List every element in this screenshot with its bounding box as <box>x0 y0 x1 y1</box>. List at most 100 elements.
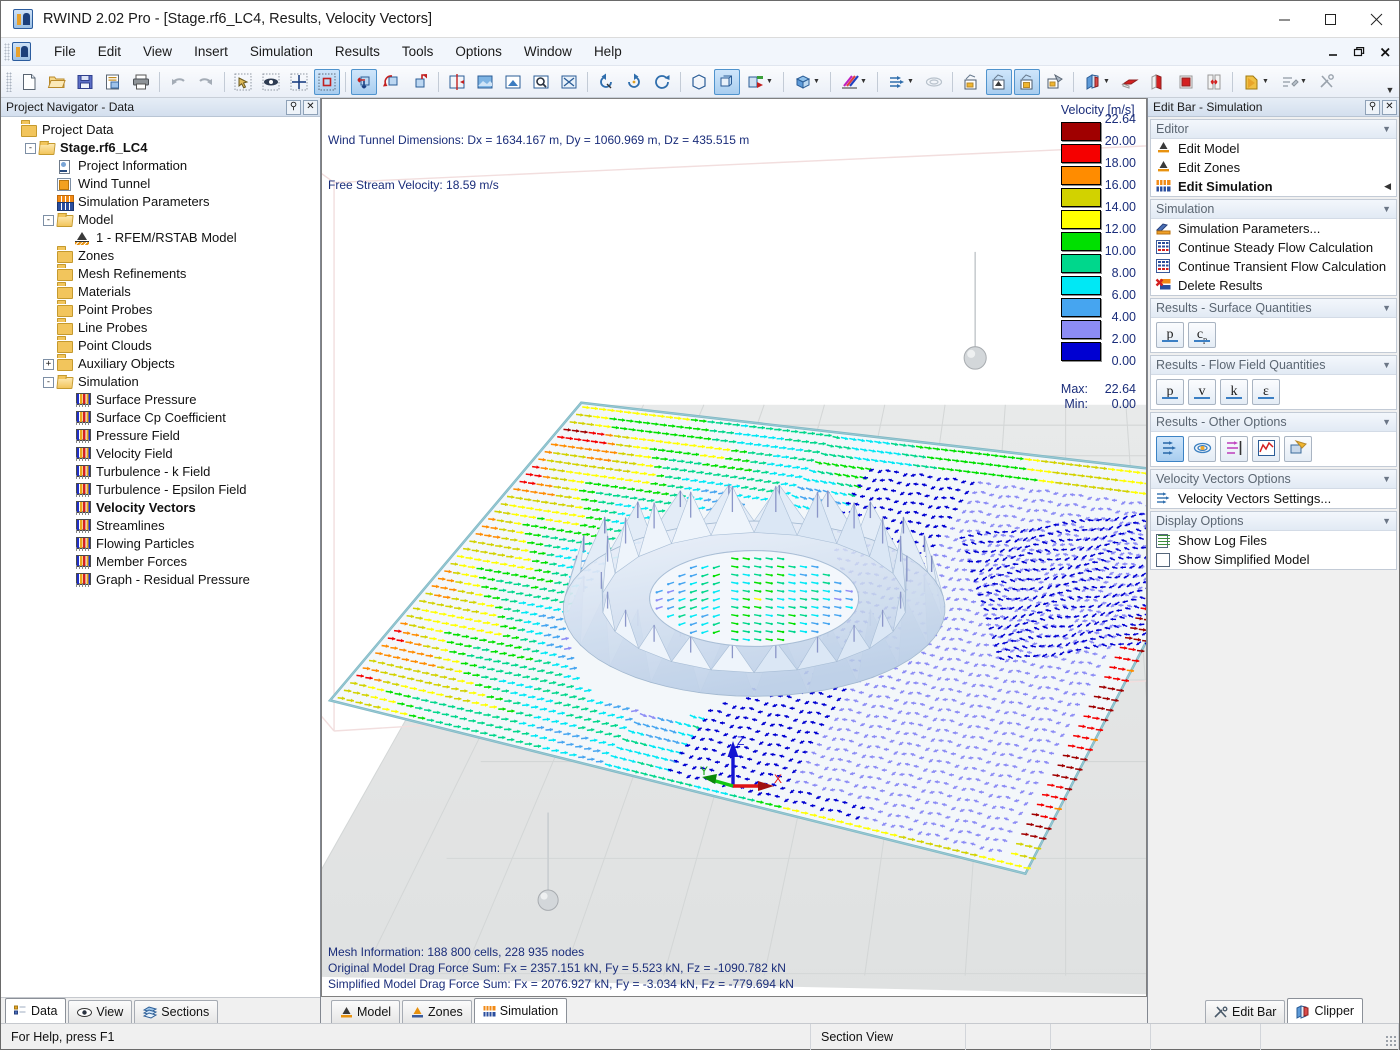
tree-item-auxiliary-objects[interactable]: +Auxiliary Objects <box>1 355 320 373</box>
eb-tab-clipper[interactable]: Clipper <box>1287 998 1363 1023</box>
tree-item-velocity-field[interactable]: Velocity Field <box>1 445 320 463</box>
printer-button[interactable] <box>128 69 154 95</box>
menu-help[interactable]: Help <box>583 40 633 63</box>
show-zones-button[interactable] <box>958 69 984 95</box>
rotate-view-left-button[interactable] <box>593 69 619 95</box>
tree-expander-toggle[interactable]: - <box>43 377 54 388</box>
open-folder-button[interactable] <box>44 69 70 95</box>
streamlines-button[interactable] <box>1188 436 1216 462</box>
rotate-object-button[interactable] <box>379 69 405 95</box>
flow-pressure-button[interactable]: p <box>1156 379 1184 405</box>
tree-item-stage-rf6-lc4[interactable]: -Stage.rf6_LC4 <box>1 139 320 157</box>
nav-tab-sections[interactable]: Sections <box>134 1000 218 1023</box>
print-graphic-button[interactable]: ▼ <box>1238 69 1274 95</box>
menu-insert[interactable]: Insert <box>183 40 239 63</box>
vectors-display-button[interactable]: ▼ <box>883 69 919 95</box>
chevron-down-icon[interactable]: ▼ <box>1382 516 1391 526</box>
perspective-view-button[interactable] <box>714 69 740 95</box>
velocity-vectors-button[interactable] <box>1156 436 1184 462</box>
tree-item-line-probes[interactable]: Line Probes <box>1 319 320 337</box>
editbar-item-edit-simulation[interactable]: Edit Simulation◀ <box>1151 177 1396 196</box>
new-file-button[interactable] <box>16 69 42 95</box>
menu-options[interactable]: Options <box>444 40 513 63</box>
editbar-close-button[interactable]: ✕ <box>1382 100 1397 115</box>
clip-box-button[interactable]: ▼ <box>1079 69 1115 95</box>
graph-button[interactable] <box>1252 436 1280 462</box>
tree-item-simulation-parameters[interactable]: Simulation Parameters <box>1 193 320 211</box>
mdi-close-button[interactable] <box>1377 42 1393 62</box>
editbar-item-edit-model[interactable]: Edit Model <box>1151 139 1396 158</box>
member-forces-button[interactable] <box>1284 436 1312 462</box>
tree-item-1-rfem-rstab-model[interactable]: 1 - RFEM/RSTAB Model <box>1 229 320 247</box>
tree-item-flowing-particles[interactable]: Flowing Particles <box>1 535 320 553</box>
group-header[interactable]: Results - Surface Quantities▼ <box>1151 299 1396 318</box>
group-header[interactable]: Results - Other Options▼ <box>1151 413 1396 432</box>
tree-item-simulation[interactable]: -Simulation <box>1 373 320 391</box>
menu-results[interactable]: Results <box>324 40 391 63</box>
tree-item-point-clouds[interactable]: Point Clouds <box>1 337 320 355</box>
menu-grip-handle[interactable] <box>4 43 10 61</box>
vp-tab-model[interactable]: Model <box>331 1000 400 1023</box>
editbar-item-simulation-parameters[interactable]: Simulation Parameters... <box>1151 219 1396 238</box>
view-direction-button[interactable]: ▼ <box>742 69 778 95</box>
menu-app-icon[interactable] <box>12 42 31 61</box>
chevron-down-icon[interactable]: ▼ <box>1382 417 1391 427</box>
tree-item-point-probes[interactable]: Point Probes <box>1 301 320 319</box>
menu-view[interactable]: View <box>132 40 183 63</box>
show-model-button[interactable] <box>986 69 1012 95</box>
move-object-button[interactable] <box>351 69 377 95</box>
mdi-restore-button[interactable] <box>1351 42 1367 62</box>
tree-expander-toggle[interactable]: - <box>43 215 54 226</box>
editbar-item-continue-transient-flow-calculation[interactable]: Continue Transient Flow Calculation <box>1151 257 1396 276</box>
editbar-item-edit-zones[interactable]: Edit Zones <box>1151 158 1396 177</box>
flowing-particles-button[interactable] <box>1220 436 1248 462</box>
select-visible-button[interactable] <box>258 69 284 95</box>
vp-tab-zones[interactable]: Zones <box>402 1000 472 1023</box>
redo-button[interactable] <box>193 69 219 95</box>
tree-item-graph-residual-pressure[interactable]: Graph - Residual Pressure <box>1 571 320 589</box>
project-tree[interactable]: Project Data-Stage.rf6_LC4Project Inform… <box>1 117 320 997</box>
group-header[interactable]: Display Options▼ <box>1151 512 1396 531</box>
section-plane-xz-button[interactable] <box>1173 69 1199 95</box>
menu-simulation[interactable]: Simulation <box>239 40 324 63</box>
editbar-item-continue-steady-flow-calculation[interactable]: Continue Steady Flow Calculation <box>1151 238 1396 257</box>
navigator-close-button[interactable]: ✕ <box>303 100 318 115</box>
mdi-minimize-button[interactable] <box>1325 42 1341 62</box>
3d-scene[interactable] <box>322 99 1146 996</box>
tree-expander-toggle[interactable]: + <box>43 359 54 370</box>
tree-item-model[interactable]: -Model <box>1 211 320 229</box>
menu-edit[interactable]: Edit <box>87 40 132 63</box>
section-plane-xy-button[interactable] <box>1117 69 1143 95</box>
nav-tab-data[interactable]: Data <box>5 998 66 1023</box>
show-results-button[interactable] <box>1014 69 1040 95</box>
tree-item-pressure-field[interactable]: Pressure Field <box>1 427 320 445</box>
editbar-item-show-simplified-model[interactable]: Show Simplified Model <box>1151 550 1396 569</box>
tree-item-materials[interactable]: Materials <box>1 283 320 301</box>
nav-tab-view[interactable]: View <box>68 1000 132 1023</box>
group-header[interactable]: Simulation▼ <box>1151 200 1396 219</box>
streamlines-display-button[interactable] <box>921 69 947 95</box>
group-header[interactable]: Results - Flow Field Quantities▼ <box>1151 356 1396 375</box>
flow-velocity-button[interactable]: v <box>1188 379 1216 405</box>
resize-grip[interactable] <box>1385 1035 1397 1047</box>
tree-expander-toggle[interactable]: - <box>25 143 36 154</box>
menu-tools[interactable]: Tools <box>391 40 445 63</box>
settings-button[interactable]: ▼ <box>1276 69 1312 95</box>
select-window-button[interactable] <box>314 69 340 95</box>
rotate-view-right-button[interactable] <box>621 69 647 95</box>
group-header[interactable]: Velocity Vectors Options▼ <box>1151 470 1396 489</box>
chevron-down-icon[interactable]: ▼ <box>1382 204 1391 214</box>
section-plane-yz-button[interactable] <box>1145 69 1171 95</box>
surface-cp-button[interactable]: cp <box>1188 322 1216 348</box>
undo-button[interactable] <box>165 69 191 95</box>
tree-item-surface-pressure[interactable]: Surface Pressure <box>1 391 320 409</box>
3d-viewport[interactable]: Wind Tunnel Dimensions: Dx = 1634.167 m,… <box>321 98 1147 997</box>
save-button[interactable] <box>72 69 98 95</box>
chevron-down-icon[interactable]: ▼ <box>1382 474 1391 484</box>
chevron-down-icon[interactable]: ▼ <box>1382 303 1391 313</box>
view-zone-button[interactable] <box>500 69 526 95</box>
zoom-all-button[interactable] <box>556 69 582 95</box>
render-button[interactable] <box>472 69 498 95</box>
mirror-button[interactable] <box>444 69 470 95</box>
scale-object-button[interactable] <box>407 69 433 95</box>
